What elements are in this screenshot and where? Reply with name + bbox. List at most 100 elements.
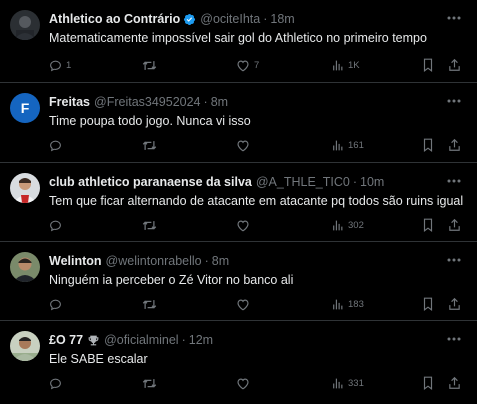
- heart-icon: [237, 60, 249, 71]
- share-icon: [449, 297, 460, 310]
- like-button[interactable]: [236, 374, 254, 392]
- retweet-button[interactable]: [142, 374, 161, 392]
- author-handle[interactable]: @A_THLE_TIC0: [256, 175, 350, 189]
- analytics-icon: [333, 299, 343, 309]
- bookmark-button[interactable]: [422, 374, 434, 392]
- reply-button[interactable]: [49, 295, 66, 313]
- retweet-button[interactable]: [142, 56, 161, 74]
- author-name[interactable]: Welinton: [49, 254, 102, 268]
- tweet[interactable]: £O 77 @oficialminel · 12m Ele SABE escal…: [0, 321, 477, 404]
- author-handle[interactable]: @oficialminel: [104, 333, 179, 347]
- tweet-text: Matematicamente impossível sair gol do A…: [49, 31, 427, 45]
- tweet-actions: 183: [49, 295, 463, 313]
- share-button[interactable]: [448, 56, 461, 74]
- author-handle[interactable]: @Freitas34952024: [94, 95, 201, 109]
- more-options-icon[interactable]: [445, 9, 463, 27]
- views-button[interactable]: 183: [331, 295, 364, 313]
- bookmark-button[interactable]: [422, 136, 434, 154]
- verified-badge-icon: [183, 13, 196, 26]
- tweet[interactable]: club athletico paranaense da silva @A_TH…: [0, 163, 477, 242]
- reply-button[interactable]: [49, 136, 66, 154]
- reply-icon: [50, 140, 61, 151]
- more-options-icon[interactable]: [445, 92, 463, 110]
- avatar[interactable]: [10, 252, 40, 282]
- share-icon: [449, 58, 460, 71]
- analytics-icon: [333, 60, 343, 70]
- author-name[interactable]: Freitas: [49, 95, 90, 109]
- share-button[interactable]: [448, 374, 461, 392]
- tweet[interactable]: Welinton @welintonrabello · 8m Ninguém i…: [0, 242, 477, 321]
- bookmark-icon: [423, 297, 433, 311]
- more-options-icon[interactable]: [445, 330, 463, 348]
- tweet-header: Athletico ao Contrário @ociteIhta · 18m: [49, 10, 295, 28]
- retweet-icon: [142, 140, 157, 150]
- reply-icon: [50, 299, 61, 310]
- retweet-icon: [142, 299, 157, 309]
- tweet-text: Ninguém ia perceber o Zé Vitor no banco …: [49, 273, 294, 287]
- share-button[interactable]: [448, 216, 461, 234]
- tweet[interactable]: Athletico ao Contrário @ociteIhta · 18m …: [0, 0, 477, 83]
- author-name[interactable]: club athletico paranaense da silva: [49, 175, 252, 189]
- more-options-icon[interactable]: [445, 251, 463, 269]
- view-count: 183: [348, 298, 364, 310]
- retweet-icon: [142, 60, 157, 70]
- heart-icon: [237, 140, 249, 151]
- tweet-text: Time poupa todo jogo. Nunca vi isso: [49, 114, 251, 128]
- reply-icon: [50, 60, 61, 71]
- tweet[interactable]: F Freitas @Freitas34952024 · 8m Time pou…: [0, 83, 477, 163]
- more-options-icon[interactable]: [445, 172, 463, 190]
- analytics-icon: [333, 378, 343, 388]
- bookmark-button[interactable]: [422, 216, 434, 234]
- tweet-header: club athletico paranaense da silva @A_TH…: [49, 173, 384, 191]
- retweet-button[interactable]: [142, 136, 161, 154]
- share-icon: [449, 218, 460, 231]
- share-button[interactable]: [448, 295, 461, 313]
- author-name[interactable]: £O 77: [49, 333, 83, 347]
- avatar[interactable]: [10, 331, 40, 361]
- like-button[interactable]: [236, 216, 254, 234]
- view-count: 331: [348, 377, 364, 389]
- tweet-header: £O 77 @oficialminel · 12m: [49, 331, 213, 349]
- views-button[interactable]: 331: [331, 374, 364, 392]
- avatar[interactable]: [10, 10, 40, 40]
- author-name[interactable]: Athletico ao Contrário: [49, 12, 180, 26]
- reply-button[interactable]: [49, 216, 66, 234]
- reply-button[interactable]: 1: [49, 56, 71, 74]
- bookmark-button[interactable]: [422, 295, 434, 313]
- tweet-time[interactable]: 18m: [270, 12, 294, 26]
- reply-icon: [50, 378, 61, 389]
- heart-icon: [237, 378, 249, 389]
- tweet-time[interactable]: 12m: [189, 333, 213, 347]
- retweet-button[interactable]: [142, 216, 161, 234]
- share-button[interactable]: [448, 136, 461, 154]
- bookmark-icon: [423, 218, 433, 232]
- tweet-text: Tem que ficar alternando de atacante em …: [49, 194, 464, 208]
- view-count: 1K: [348, 59, 360, 71]
- author-handle[interactable]: @ociteIhta: [200, 12, 260, 26]
- separator-dot: ·: [204, 254, 209, 268]
- avatar[interactable]: [10, 173, 40, 203]
- like-button[interactable]: [236, 136, 254, 154]
- tweet-actions: 302: [49, 216, 463, 234]
- tweet-time[interactable]: 10m: [360, 175, 384, 189]
- views-button[interactable]: 1K: [331, 56, 360, 74]
- tweet-actions: 331: [49, 374, 463, 392]
- tweet-time[interactable]: 8m: [212, 254, 229, 268]
- retweet-button[interactable]: [142, 295, 161, 313]
- retweet-icon: [142, 220, 157, 230]
- like-count: 7: [254, 59, 260, 71]
- reply-button[interactable]: [49, 374, 66, 392]
- bookmark-icon: [423, 58, 433, 72]
- tweet-time[interactable]: 8m: [211, 95, 228, 109]
- reply-icon: [50, 220, 61, 231]
- retweet-icon: [142, 378, 157, 388]
- view-count: 302: [348, 219, 364, 231]
- views-button[interactable]: 302: [331, 216, 364, 234]
- like-button[interactable]: 7: [236, 56, 259, 74]
- bookmark-icon: [423, 138, 433, 152]
- views-button[interactable]: 161: [331, 136, 364, 154]
- author-handle[interactable]: @welintonrabello: [106, 254, 202, 268]
- like-button[interactable]: [236, 295, 254, 313]
- avatar[interactable]: F: [10, 93, 40, 123]
- bookmark-button[interactable]: [422, 56, 434, 74]
